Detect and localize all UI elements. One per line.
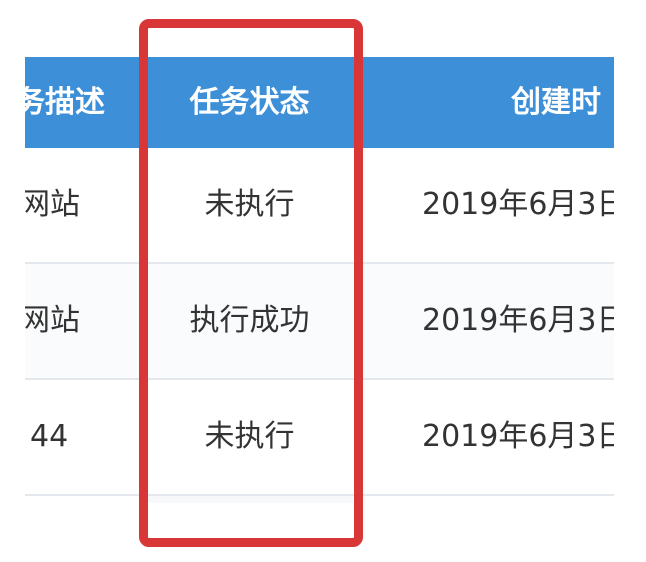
table-header: 务描述 任务状态 创建时 xyxy=(25,57,614,148)
screenshot-stage: 务描述 任务状态 创建时 网站 未执行 2019年6月3日 网站 执行成功 20… xyxy=(0,0,646,562)
task-status-cell: 未执行 xyxy=(204,419,295,454)
task-status-cell: 未执行 xyxy=(204,187,295,222)
created-time-cell: 2019年6月3日 xyxy=(422,187,614,222)
task-status-cell: 执行成功 xyxy=(189,303,310,338)
created-time-cell: 2019年6月3日 xyxy=(422,419,614,454)
task-description-cell: 网站 xyxy=(25,187,80,222)
header-task-description: 务描述 xyxy=(25,85,105,120)
created-time-cell: 2019年6月3日 xyxy=(422,303,614,338)
task-table: 务描述 任务状态 创建时 网站 未执行 2019年6月3日 网站 执行成功 20… xyxy=(25,57,614,503)
table-row[interactable]: 网站 未执行 2019年6月3日 xyxy=(25,148,614,264)
task-description-cell: 44 xyxy=(30,419,69,454)
task-description-cell: 网站 xyxy=(25,303,80,338)
table-row[interactable]: 44 未执行 2019年6月3日 xyxy=(25,380,614,496)
header-created-time: 创建时 xyxy=(511,85,601,120)
table-row[interactable]: 网站 执行成功 2019年6月3日 xyxy=(25,264,614,380)
header-task-status: 任务状态 xyxy=(189,85,310,120)
